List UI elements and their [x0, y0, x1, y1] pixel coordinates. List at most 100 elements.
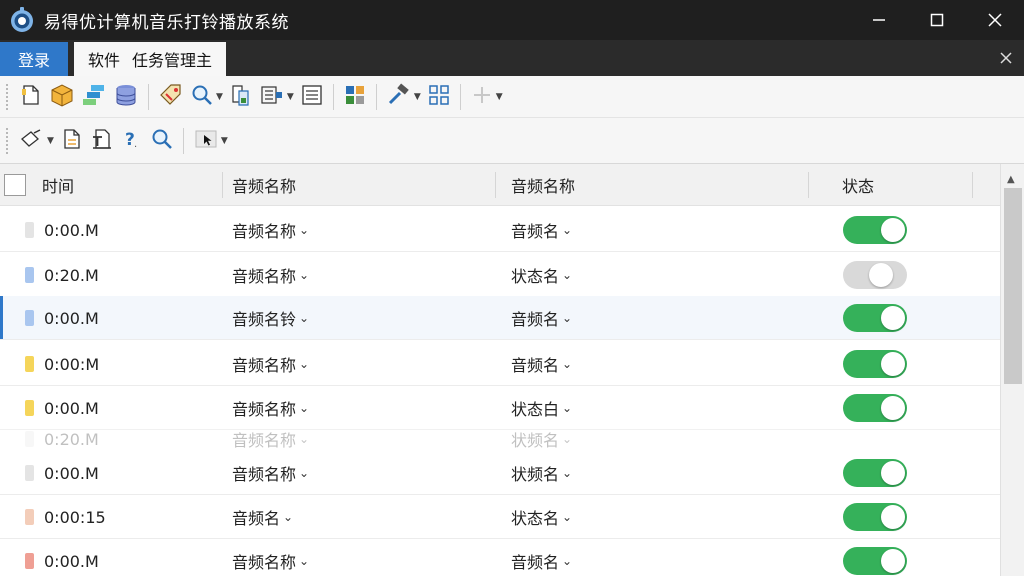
audio-name-2-text: 状态名: [511, 267, 560, 286]
status-toggle[interactable]: [843, 304, 907, 332]
vertical-scrollbar[interactable]: ▲: [1000, 164, 1024, 576]
audio-name-cell[interactable]: 音频名铃 ⌄: [232, 296, 309, 340]
maximize-button[interactable]: [908, 0, 966, 40]
column-header-audio-name[interactable]: 音频名称: [232, 164, 296, 206]
chevron-down-icon[interactable]: ⌄: [562, 510, 572, 524]
status-toggle[interactable]: [843, 261, 907, 289]
chevron-down-icon[interactable]: ⌄: [299, 357, 309, 371]
column-divider[interactable]: [222, 172, 223, 198]
chevron-down-icon[interactable]: ⌄: [299, 223, 309, 237]
audio-name-2-cell[interactable]: 状态名 ⌄: [511, 495, 572, 539]
audio-name-2-cell[interactable]: 音频名 ⌄: [511, 342, 572, 386]
chevron-down-icon[interactable]: ⌄: [283, 510, 293, 524]
chevron-down-icon[interactable]: ⌄: [562, 268, 572, 282]
column-divider[interactable]: [972, 172, 973, 198]
table-row[interactable]: 0:00:M 音频名称 ⌄ 音频名 ⌄: [0, 342, 1000, 386]
column-header-status[interactable]: 状态: [842, 164, 874, 206]
table-row[interactable]: 0:00:15 音频名 ⌄ 状态名 ⌄: [0, 495, 1000, 539]
tag-button[interactable]: [155, 81, 187, 113]
copy-document-icon: [229, 83, 253, 111]
chevron-down-icon[interactable]: ⌄: [562, 466, 572, 480]
audio-name-cell[interactable]: 音频名称 ⌄: [232, 451, 309, 495]
chevron-down-icon[interactable]: ⌄: [562, 311, 572, 325]
status-toggle[interactable]: [843, 459, 907, 487]
audio-name-cell[interactable]: 音频名称 ⌄: [232, 342, 309, 386]
audio-name-2-cell[interactable]: 音频名 ⌄: [511, 296, 572, 340]
pointer-dropdown-button[interactable]: ▼: [190, 125, 231, 157]
audio-name-2-cell[interactable]: 状频名 ⌄: [511, 451, 572, 495]
help-button[interactable]: ?.: [117, 125, 147, 157]
column-divider[interactable]: [808, 172, 809, 198]
chevron-down-icon[interactable]: ⌄: [299, 311, 309, 325]
database-button[interactable]: [110, 81, 142, 113]
status-toggle[interactable]: [843, 503, 907, 531]
find-button[interactable]: [147, 125, 177, 157]
select-all-checkbox[interactable]: [4, 174, 26, 196]
panel-layout-button[interactable]: [340, 81, 370, 113]
audio-name-cell[interactable]: 音频名 ⌄: [232, 495, 293, 539]
tab-software-task-manager[interactable]: 软件 任务管理主: [74, 42, 226, 76]
audio-name-2-cell[interactable]: 状态名 ⌄: [511, 253, 572, 297]
layers-button[interactable]: [78, 81, 110, 113]
close-tab-button[interactable]: [996, 48, 1016, 68]
search-dropdown-button[interactable]: ▼: [187, 81, 226, 113]
table-row[interactable]: 0:00.M 音频名称 ⌄ 音频名 ⌄: [0, 539, 1000, 576]
scrollbar-thumb[interactable]: [1004, 188, 1022, 384]
time-cell: 0:20.M: [44, 265, 99, 285]
toolbar-grip[interactable]: [6, 127, 12, 154]
audio-name-cell[interactable]: 音频名称 ⌄: [232, 253, 309, 297]
chevron-down-icon[interactable]: ⌄: [562, 357, 572, 371]
list-view-button[interactable]: [297, 81, 327, 113]
chevron-down-icon[interactable]: ⌄: [562, 223, 572, 237]
chevron-down-icon[interactable]: ⌄: [562, 554, 572, 568]
document-button[interactable]: [57, 125, 87, 157]
audio-file-icon: [25, 356, 34, 372]
tools-dropdown-button[interactable]: ▼: [383, 81, 424, 113]
status-toggle[interactable]: [843, 216, 907, 244]
chevron-down-icon[interactable]: ⌄: [562, 401, 572, 415]
audio-name-cell[interactable]: 音频名称 ⌄: [232, 424, 309, 454]
text-document-button[interactable]: [87, 125, 117, 157]
audio-name-2-cell[interactable]: 状频名 ⌄: [511, 424, 572, 454]
table-row[interactable]: 0:00.M 音频名称 ⌄ 状频名 ⌄: [0, 451, 1000, 495]
scroll-up-icon[interactable]: ▲: [1007, 174, 1015, 185]
audio-name-2-cell[interactable]: 音频名 ⌄: [511, 208, 572, 252]
status-toggle[interactable]: [843, 547, 907, 575]
audio-name-text: 音频名称: [232, 431, 297, 450]
close-window-button[interactable]: [966, 0, 1024, 40]
status-toggle[interactable]: [843, 350, 907, 378]
package-button[interactable]: [46, 81, 78, 113]
grid-view-button[interactable]: [424, 81, 454, 113]
table-row[interactable]: 0:20.M 音频名称 ⌄ 状态名 ⌄: [0, 253, 1000, 297]
column-divider[interactable]: [495, 172, 496, 198]
chevron-down-icon[interactable]: ⌄: [299, 268, 309, 282]
tab-login[interactable]: 登录: [0, 42, 68, 76]
table-row[interactable]: 0:00.M 音频名称 ⌄ 音频名 ⌄: [0, 208, 1000, 252]
chevron-down-icon[interactable]: ⌄: [299, 401, 309, 415]
audio-name-cell[interactable]: 音频名称 ⌄: [232, 539, 309, 576]
status-toggle[interactable]: [843, 394, 907, 422]
align-icon: [259, 83, 285, 111]
time-cell: 0:00.M: [44, 551, 99, 571]
add-dropdown-button[interactable]: ▼: [467, 81, 506, 113]
toolbar-grip[interactable]: [6, 83, 12, 110]
chevron-down-icon[interactable]: ⌄: [562, 432, 572, 446]
title-bar: 易得优计算机音乐打铃播放系统: [0, 0, 1024, 40]
align-dropdown-button[interactable]: ▼: [256, 81, 297, 113]
svg-text:.: .: [134, 139, 137, 150]
column-header-time[interactable]: 时间: [42, 164, 74, 206]
chevron-down-icon[interactable]: ⌄: [299, 466, 309, 480]
audio-name-2-cell[interactable]: 音频名 ⌄: [511, 539, 572, 576]
copy-document-button[interactable]: [226, 81, 256, 113]
column-header-audio-name-2[interactable]: 音频名称: [511, 164, 575, 206]
chevron-down-icon[interactable]: ⌄: [299, 554, 309, 568]
table-row[interactable]: 0:20.M 音频名称 ⌄ 状频名 ⌄: [0, 424, 1000, 454]
edit-dropdown-button[interactable]: ▼: [16, 125, 57, 157]
table-row[interactable]: 0:00.M 音频名铃 ⌄ 音频名 ⌄: [0, 296, 1000, 340]
minimize-button[interactable]: [850, 0, 908, 40]
chevron-down-icon[interactable]: ⌄: [299, 432, 309, 446]
time-cell: 0:00.M: [44, 220, 99, 240]
new-document-button[interactable]: [16, 81, 46, 113]
audio-name-cell[interactable]: 音频名称 ⌄: [232, 208, 309, 252]
list-icon: [300, 83, 324, 111]
